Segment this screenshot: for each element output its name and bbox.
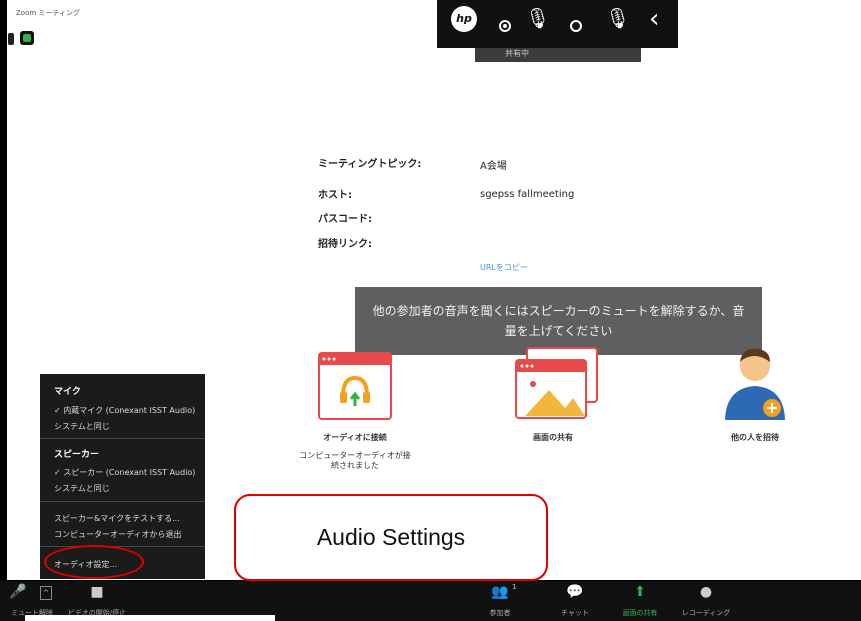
- host-value: sgepss fallmeeting: [480, 189, 575, 200]
- share-label: 画面の共有: [622, 609, 658, 617]
- speaker-device-item[interactable]: ✓ スピーカー (Conexant ISST Audio): [54, 467, 195, 478]
- share-screen-tile[interactable]: [513, 346, 599, 426]
- share-screen-arrow-icon: ⬆: [634, 584, 646, 600]
- headphone-icon: [318, 352, 392, 420]
- radio-selected-icon[interactable]: [499, 20, 511, 32]
- participants-count: 1: [512, 583, 517, 591]
- microphone-icon[interactable]: 🎙: [525, 6, 550, 30]
- record-label: レコーディング: [681, 609, 731, 617]
- mic-header: マイク: [54, 387, 81, 397]
- leave-audio-item[interactable]: コンピューターオーディオから退出: [54, 529, 181, 540]
- share-screen-icon: [515, 347, 598, 419]
- chevron-left-icon[interactable]: ‹: [649, 4, 659, 34]
- hp-logo-icon: hp: [451, 6, 477, 32]
- microphone-muted-icon: 🎤: [9, 584, 27, 600]
- security-shield-icon[interactable]: [20, 31, 34, 45]
- speaker-muted-notification: 他の参加者の音声を聞くにはスピーカーのミュートを解除するか、音量を上げてください: [355, 287, 762, 355]
- topic-label: ミーティングトピック:: [318, 159, 422, 170]
- radio-icon[interactable]: [570, 20, 582, 32]
- invite-link-label: 招待リンク:: [318, 239, 372, 250]
- menu-divider: [40, 546, 205, 547]
- mic-system-item[interactable]: システムと同じ: [54, 421, 110, 432]
- invite-person-icon: [725, 348, 785, 420]
- hp-camera-toolbar: hp 🎙 🎙 ‹: [437, 0, 678, 48]
- chat-bubble-icon: 💬: [566, 584, 584, 600]
- audio-connected-line2: 続されました: [331, 461, 379, 470]
- sharing-tab[interactable]: 共有中: [475, 48, 641, 62]
- microphone-array-icon[interactable]: 🎙: [605, 6, 630, 30]
- participants-label: 参加者: [489, 609, 511, 617]
- join-audio-label: オーディオに接続: [323, 433, 387, 442]
- record-icon: ●: [699, 584, 713, 600]
- speaker-header: スピーカー: [54, 450, 100, 460]
- audio-settings-callout: Audio Settings: [234, 494, 548, 581]
- passcode-label: パスコード:: [318, 214, 372, 225]
- highlight-circle: [44, 545, 144, 579]
- host-label: ホスト:: [318, 190, 352, 201]
- chat-button[interactable]: 💬 チャット: [550, 581, 600, 621]
- window-title: Zoom ミーティング: [16, 9, 80, 17]
- topic-value: A会場: [480, 161, 507, 172]
- video-camera-icon: ■: [90, 584, 104, 600]
- participants-icon: 👥: [491, 584, 509, 600]
- invite-label: 他の人を招待: [731, 433, 779, 442]
- copy-url-link[interactable]: URLをコピー: [480, 262, 528, 273]
- window-menu-icon[interactable]: [8, 33, 14, 45]
- invite-tile[interactable]: [720, 344, 790, 428]
- mic-device-item[interactable]: ✓ 内蔵マイク (Conexant ISST Audio): [54, 405, 195, 416]
- caret-up-icon[interactable]: ^: [40, 586, 52, 600]
- taskbar-strip: [25, 615, 275, 621]
- menu-divider: [40, 438, 205, 439]
- test-audio-item[interactable]: スピーカー&マイクをテストする...: [54, 513, 180, 524]
- speaker-system-item[interactable]: システムと同じ: [54, 483, 110, 494]
- record-button[interactable]: ● レコーディング: [676, 581, 736, 621]
- participants-button[interactable]: 👥 1 参加者: [470, 581, 530, 621]
- join-audio-tile[interactable]: [318, 352, 392, 424]
- menu-divider: [40, 501, 205, 502]
- chat-label: チャット: [561, 609, 589, 617]
- share-screen-label: 画面の共有: [533, 433, 573, 442]
- zoom-app: Zoom ミーティング hp 🎙 🎙 ‹ 共有中 ミーティングトピック: A会場…: [0, 0, 861, 621]
- share-screen-button[interactable]: ⬆ 画面の共有: [612, 581, 668, 621]
- shield-dot: [23, 34, 31, 42]
